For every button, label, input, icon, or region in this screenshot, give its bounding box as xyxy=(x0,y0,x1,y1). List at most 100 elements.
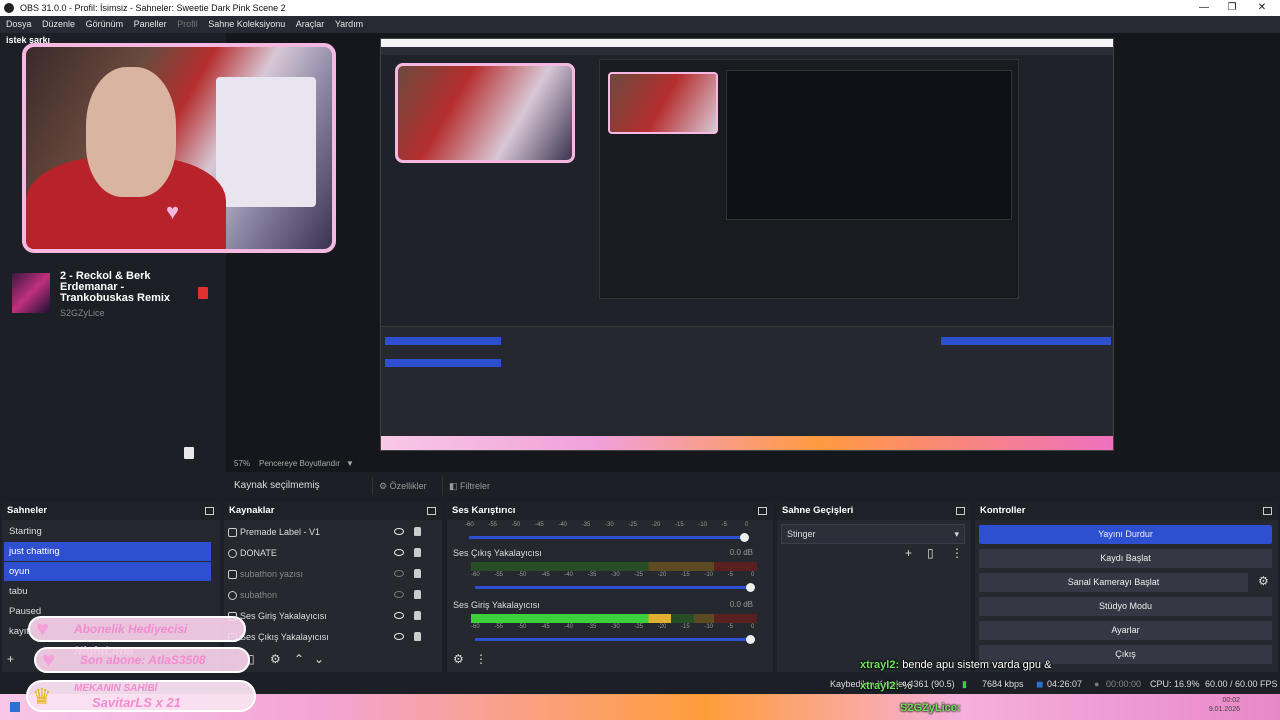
settings-button[interactable]: Ayarlar xyxy=(979,621,1272,640)
close-button[interactable]: ✕ xyxy=(1248,0,1276,16)
menu-dosya[interactable]: Dosya xyxy=(6,16,32,33)
trash-icon[interactable] xyxy=(184,447,194,459)
transitions-title: Sahne Geçişleri xyxy=(782,505,854,516)
source-label: Ses Çıkış Yakalayıcısı xyxy=(240,632,329,642)
menu-gorunum[interactable]: Görünüm xyxy=(86,16,124,33)
eye-hidden-icon[interactable] xyxy=(394,591,404,598)
scene-oyun[interactable]: oyun xyxy=(4,562,211,581)
clock-time: 00:02 xyxy=(1222,697,1240,704)
last-sub-alert: ♥ Son abone: AtlaS3508 xyxy=(34,647,250,673)
chevron-down-icon: ▾ xyxy=(954,529,959,539)
eye-icon[interactable] xyxy=(394,612,404,619)
properties-label: Özellikler xyxy=(389,481,427,491)
lock-icon[interactable] xyxy=(414,527,421,536)
stop-stream-button[interactable]: Yayını Durdur xyxy=(979,525,1272,544)
controls-header: Kontroller xyxy=(975,502,1278,520)
transition-select[interactable]: Stinger ▾ xyxy=(781,524,965,544)
zoom-dropdown-icon[interactable]: ▼ xyxy=(346,455,354,472)
undock-icon[interactable] xyxy=(205,507,214,515)
menu-yardim[interactable]: Yardım xyxy=(335,16,363,33)
gear-icon[interactable]: ⚙ xyxy=(270,652,281,666)
delete-transition-icon[interactable]: ▯ xyxy=(927,546,934,560)
lock-icon[interactable] xyxy=(414,590,421,599)
slider-knob[interactable] xyxy=(746,635,755,644)
meter-tick-label: -30 xyxy=(611,572,620,578)
undock-icon[interactable] xyxy=(956,507,965,515)
source-item[interactable]: DONATE xyxy=(228,543,448,563)
start-virtual-camera-button[interactable]: Sanal Kamerayı Başlat xyxy=(979,573,1248,592)
chat-username: S2GZyLice: xyxy=(900,702,961,714)
zoom-mode[interactable]: Pencereye Boyutlandır xyxy=(259,455,340,472)
mixer-settings-icon[interactable]: ⚙ xyxy=(453,652,464,666)
record-time: 00:00:00 xyxy=(1106,679,1142,689)
meter-tick-label: -45 xyxy=(535,522,544,528)
move-down-icon[interactable]: ⌄ xyxy=(314,652,324,666)
album-art xyxy=(12,273,50,313)
meter-tick-label: -25 xyxy=(634,572,643,578)
properties-button[interactable]: ⚙ Özellikler xyxy=(372,477,433,495)
source-item[interactable]: Ses Çıkış Yakalayıcısı xyxy=(228,627,448,647)
studio-mode-button[interactable]: Stüdyo Modu xyxy=(979,597,1272,616)
move-up-icon[interactable]: ⌃ xyxy=(294,652,304,666)
owner-name: SavitarLS x 21 xyxy=(92,695,181,710)
filters-button[interactable]: ◧ Filtreler xyxy=(442,477,496,495)
slider-knob[interactable] xyxy=(746,583,755,592)
virtual-camera-gear-icon[interactable]: ⚙ xyxy=(1258,574,1269,588)
properties-bar: Kaynak seçilmemiş ⚙ Özellikler ◧ Filtrel… xyxy=(226,472,1280,500)
record-icon: ● xyxy=(1094,679,1100,689)
meter-tick-label: -5 xyxy=(721,522,727,528)
menu-araclar[interactable]: Araçlar xyxy=(296,16,325,33)
menu-sahne-koleksiyonu[interactable]: Sahne Koleksiyonu xyxy=(208,16,285,33)
lock-icon[interactable] xyxy=(414,569,421,578)
scene-starting[interactable]: Starting xyxy=(4,522,211,541)
scene-tabu[interactable]: tabu xyxy=(4,582,211,601)
meter-tick-label: -40 xyxy=(558,522,567,528)
menu-duzenle[interactable]: Düzenle xyxy=(42,16,75,33)
zoom-level[interactable]: 57% xyxy=(234,455,250,472)
volume-slider[interactable] xyxy=(475,583,755,592)
delete-song-icon[interactable] xyxy=(198,287,208,299)
system-clock: 00:02 9.01.2026 xyxy=(1209,696,1240,714)
source-item[interactable]: subathon xyxy=(228,585,448,605)
channel-label: Ses Çıkış Yakalayıcısı xyxy=(453,548,542,558)
undock-icon[interactable] xyxy=(1263,507,1272,515)
chat-message: xtrayl2: bende apu sistem varda gpu & xyxy=(860,659,1051,671)
source-item[interactable]: Ses Giriş Yakalayıcısı xyxy=(228,606,448,626)
volume-slider[interactable] xyxy=(469,533,749,542)
undock-icon[interactable] xyxy=(427,507,436,515)
preview-bottom-strip xyxy=(381,436,1113,450)
scene-just-chatting[interactable]: just chatting xyxy=(4,542,211,561)
start-recording-button[interactable]: Kaydı Başlat xyxy=(979,549,1272,568)
volume-slider[interactable] xyxy=(475,635,755,644)
transition-menu-icon[interactable]: ⋮ xyxy=(951,546,963,560)
transitions-dock: Sahne Geçişleri Stinger ▾ + ▯ ⋮ xyxy=(777,502,971,672)
webcam-person xyxy=(86,67,176,197)
eye-icon[interactable] xyxy=(394,549,404,556)
eye-icon[interactable] xyxy=(394,528,404,535)
add-scene-button[interactable]: + xyxy=(7,652,14,666)
level-meter xyxy=(471,562,757,571)
meter-tick-label: -10 xyxy=(698,522,707,528)
slider-knob[interactable] xyxy=(740,533,749,542)
preview-camera xyxy=(395,63,575,163)
owner-title: MEKANIN SAHİBİ xyxy=(74,683,158,694)
lock-icon[interactable] xyxy=(414,632,421,641)
source-item[interactable]: Premade Label - V1 xyxy=(228,522,448,542)
lock-icon[interactable] xyxy=(414,548,421,557)
lock-icon[interactable] xyxy=(414,611,421,620)
eye-icon[interactable] xyxy=(394,633,404,640)
minimize-button[interactable]: — xyxy=(1190,0,1218,16)
undock-icon[interactable] xyxy=(758,507,767,515)
program-preview[interactable] xyxy=(380,38,1114,451)
windows-start-icon[interactable] xyxy=(10,702,20,712)
song-item[interactable]: 2 - Reckol & Berk Erdemanar - Trankobusk… xyxy=(12,271,212,323)
menu-paneller[interactable]: Paneller xyxy=(134,16,167,33)
mixer-menu-icon[interactable]: ⋮ xyxy=(475,652,487,666)
eye-hidden-icon[interactable] xyxy=(394,570,404,577)
maximize-button[interactable]: ❐ xyxy=(1218,0,1246,16)
source-item[interactable]: subathon yazısı xyxy=(228,564,448,584)
menu-profil[interactable]: Profil xyxy=(177,16,198,33)
meter-tick-label: -30 xyxy=(611,624,620,630)
add-transition-button[interactable]: + xyxy=(905,546,912,560)
preview-nested-canvas xyxy=(599,59,1019,299)
